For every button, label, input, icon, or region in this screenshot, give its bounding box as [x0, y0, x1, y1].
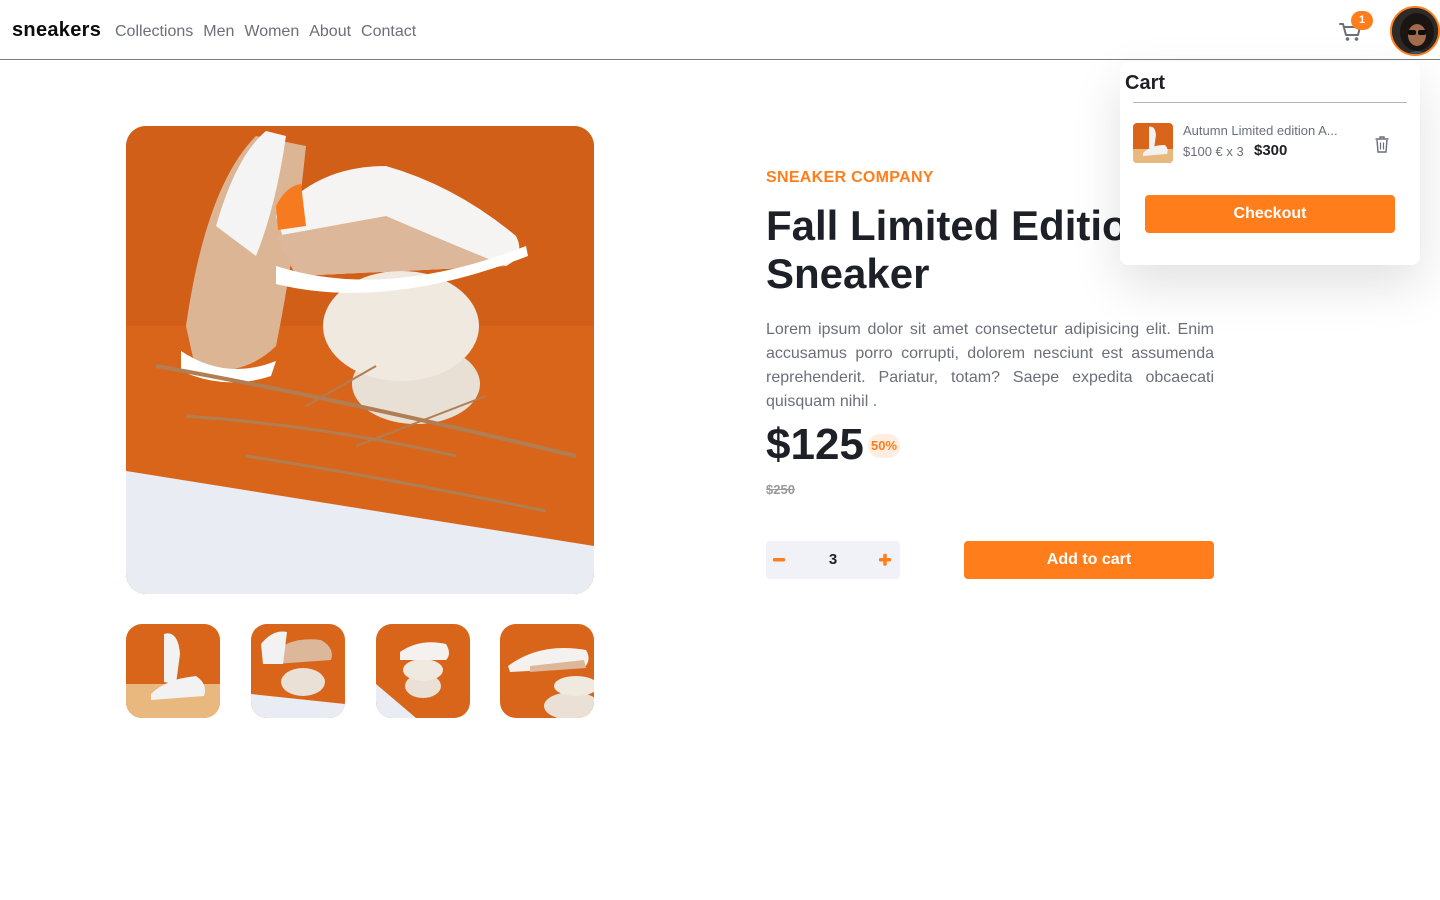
- product-thumbnail-3[interactable]: [376, 624, 470, 718]
- user-avatar[interactable]: [1390, 6, 1440, 56]
- cart-title: Cart: [1125, 72, 1166, 94]
- product-main-image[interactable]: [126, 126, 594, 594]
- nav-link-women[interactable]: Women: [244, 23, 299, 41]
- decrease-quantity-button[interactable]: [766, 541, 794, 579]
- cart-count-badge: 1: [1351, 11, 1373, 30]
- site-header: sneakers Collections Men Women About Con…: [0, 0, 1440, 60]
- nav-link-contact[interactable]: Contact: [361, 23, 416, 41]
- product-thumbnail-4[interactable]: [500, 624, 594, 718]
- original-price: $250: [766, 482, 795, 497]
- cart-item-name: Autumn Limited edition A...: [1183, 123, 1338, 138]
- nav-link-men[interactable]: Men: [203, 23, 234, 41]
- company-name: SNEAKER COMPANY: [766, 169, 934, 186]
- cart-item-total: $300: [1254, 142, 1288, 159]
- add-to-cart-button[interactable]: Add to cart: [964, 541, 1214, 579]
- plus-icon: [879, 553, 891, 566]
- quantity-value: 3: [828, 551, 838, 568]
- cart-dropdown: Cart Autumn Limited edition A... $100 € …: [1120, 62, 1420, 265]
- main-nav: Collections Men Women About Contact: [115, 23, 416, 41]
- logo[interactable]: sneakers: [12, 19, 101, 42]
- product-thumbnail-1[interactable]: [126, 624, 220, 718]
- product-thumbnail-2[interactable]: [251, 624, 345, 718]
- cart-item-thumbnail: [1133, 123, 1173, 163]
- checkout-button[interactable]: Checkout: [1145, 195, 1395, 233]
- delete-icon[interactable]: [1374, 135, 1390, 153]
- discount-badge: 50%: [868, 434, 900, 458]
- current-price: $125: [766, 420, 864, 469]
- product-description: Lorem ipsum dolor sit amet consectetur a…: [766, 321, 1214, 410]
- cart-item-unit-price: $100 € x 3: [1183, 144, 1244, 159]
- nav-link-collections[interactable]: Collections: [115, 23, 193, 41]
- increase-quantity-button[interactable]: [872, 541, 900, 579]
- quantity-stepper: 3: [766, 541, 900, 579]
- cart-divider: [1133, 102, 1407, 103]
- minus-icon: [773, 558, 785, 562]
- nav-link-about[interactable]: About: [309, 23, 351, 41]
